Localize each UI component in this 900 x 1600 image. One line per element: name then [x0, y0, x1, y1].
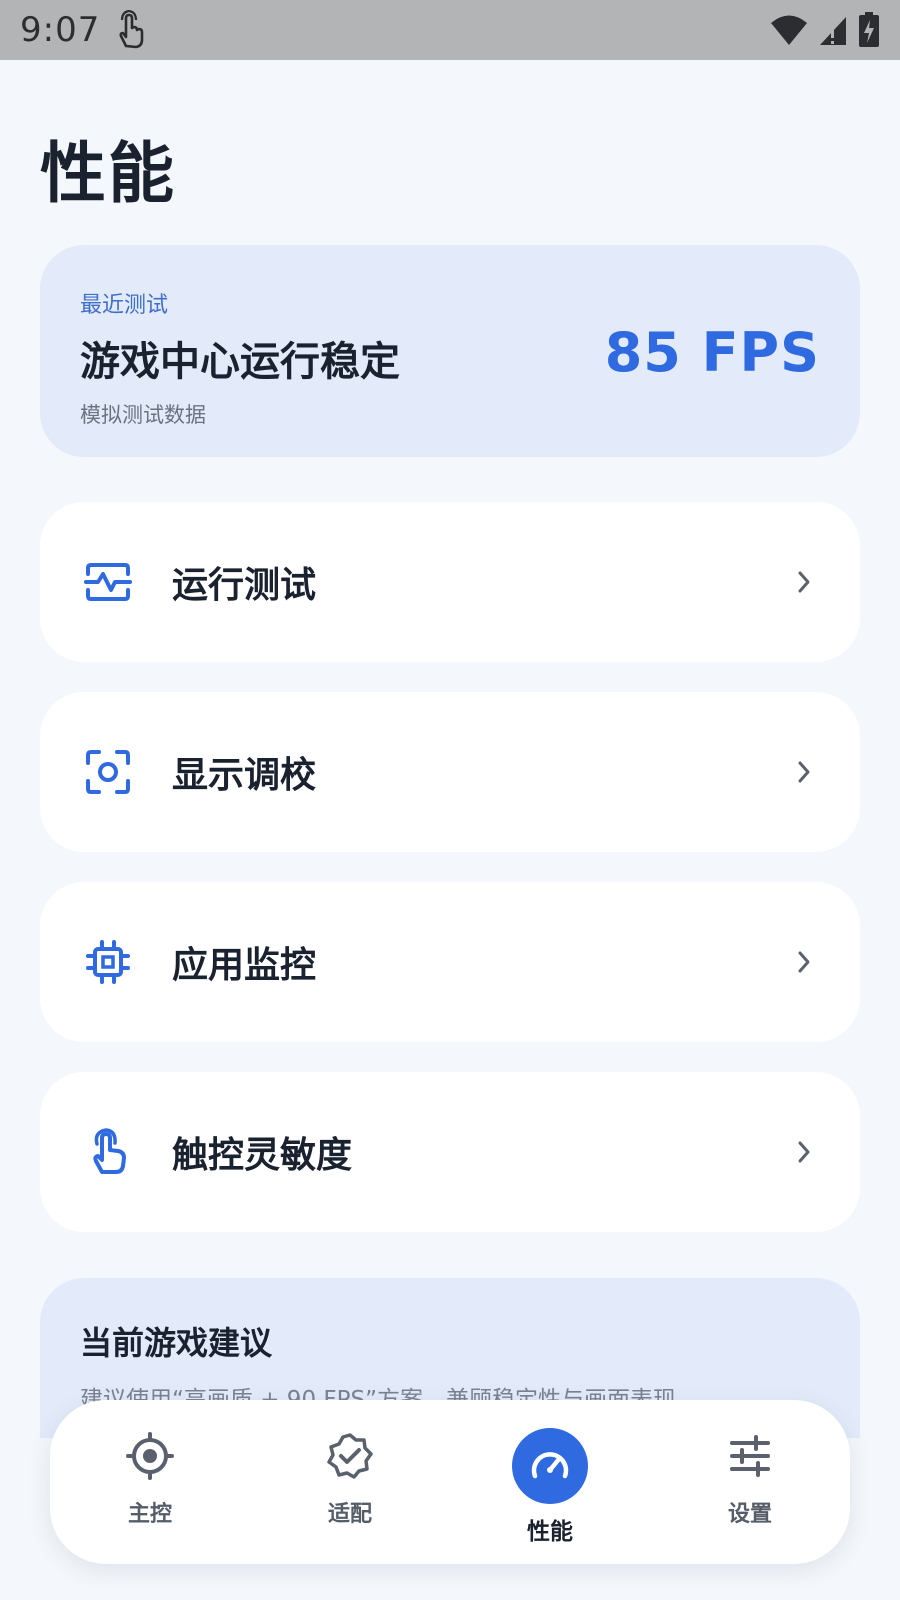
nav-label-adaptation: 适配 [327, 1502, 372, 1527]
menu-label-touch-sensitivity: 触控灵敏度 [172, 1135, 353, 1176]
speedometer-icon [512, 1428, 588, 1504]
battery-charging-icon [858, 12, 880, 48]
chevron-right-icon [792, 758, 816, 786]
advice-title: 当前游戏建议 [80, 1324, 273, 1362]
menu-item-display-calibration[interactable]: 显示调校 [40, 692, 860, 852]
nav-item-adaptation[interactable]: 适配 [250, 1400, 450, 1564]
menu-item-app-monitor[interactable]: 应用监控 [40, 882, 860, 1042]
nav-label-settings: 设置 [727, 1502, 772, 1527]
hero-note: 模拟测试数据 [80, 403, 206, 427]
touch-icon [84, 1128, 132, 1176]
menu-item-touch-sensitivity[interactable]: 触控灵敏度 [40, 1072, 860, 1232]
touch-gesture-icon [114, 9, 150, 50]
status-time: 9:07 [20, 10, 101, 50]
chevron-right-icon [792, 568, 816, 596]
nav-item-main-control[interactable]: 主控 [50, 1400, 250, 1564]
screen-focus-icon [84, 748, 132, 796]
chevron-right-icon [792, 1138, 816, 1166]
recent-test-card[interactable]: 最近测试 游戏中心运行稳定 模拟测试数据 85 FPS [40, 245, 860, 457]
cellular-signal-icon [818, 14, 848, 46]
fps-metric: 85 FPS [604, 321, 820, 384]
chevron-right-icon [792, 948, 816, 976]
chip-icon [84, 938, 132, 986]
nav-label-main-control: 主控 [127, 1502, 172, 1527]
waveform-icon [84, 558, 132, 606]
status-bar: 9:07 [0, 0, 900, 60]
hero-eyebrow: 最近测试 [80, 293, 169, 318]
menu-item-run-test[interactable]: 运行测试 [40, 502, 860, 662]
bottom-nav: 主控 适配 性能 设置 [50, 1400, 850, 1564]
nav-item-settings[interactable]: 设置 [650, 1400, 850, 1564]
target-icon [124, 1430, 176, 1482]
menu-label-display-calibration: 显示调校 [172, 755, 317, 796]
menu-label-app-monitor: 应用监控 [172, 945, 317, 986]
menu-label-run-test: 运行测试 [172, 565, 317, 606]
page-title: 性能 [40, 135, 176, 212]
badge-check-icon [324, 1430, 376, 1482]
nav-item-performance[interactable]: 性能 [450, 1400, 650, 1564]
nav-label-performance: 性能 [527, 1519, 573, 1545]
sliders-icon [724, 1430, 776, 1482]
wifi-icon [770, 14, 808, 46]
